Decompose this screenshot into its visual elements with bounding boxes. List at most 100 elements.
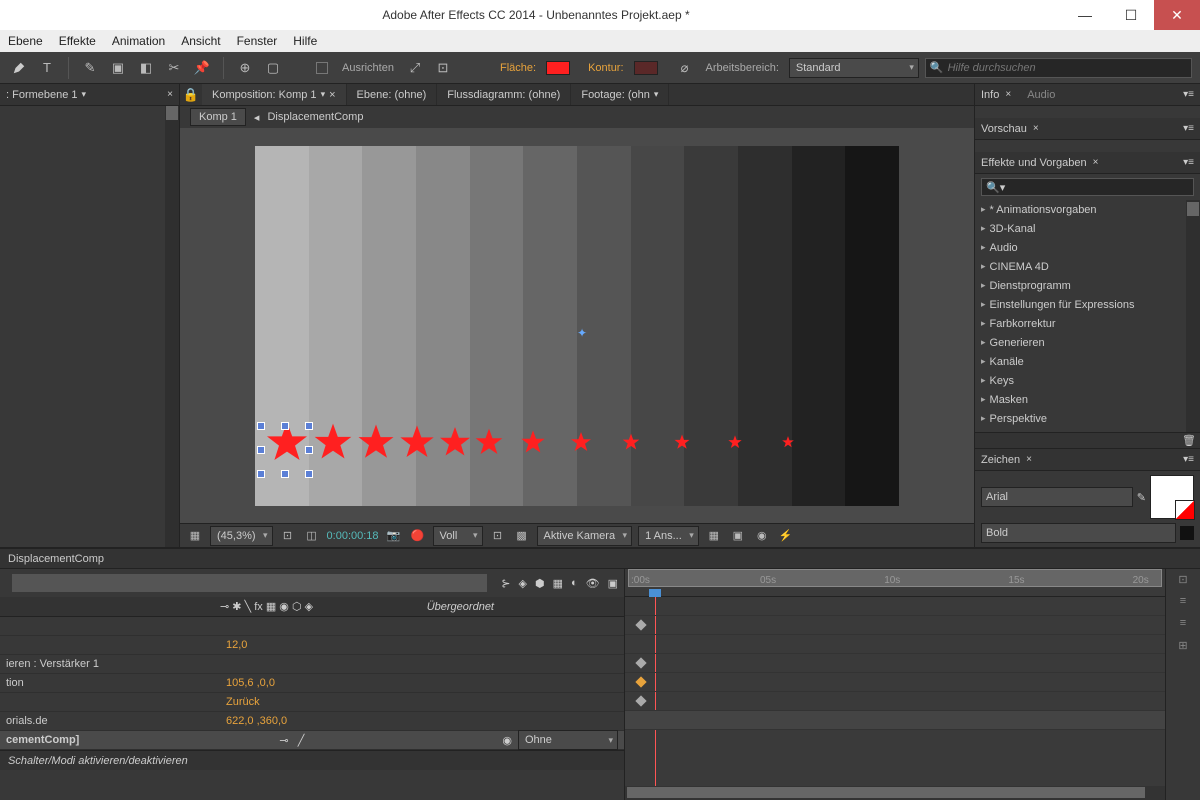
timeline-tab[interactable]: DisplacementComp: [0, 549, 1200, 569]
fill-swatch[interactable]: [546, 61, 570, 75]
effect-category[interactable]: Generieren: [975, 333, 1200, 352]
panel-menu-icon[interactable]: ▾≡: [1183, 89, 1194, 100]
align-checkbox[interactable]: [316, 62, 328, 74]
effect-category[interactable]: Farbkorrektur: [975, 314, 1200, 333]
vf-icon-2[interactable]: ▣: [729, 527, 747, 545]
menu-ebene[interactable]: Ebene: [8, 34, 43, 48]
tl-tool-icon[interactable]: ▦: [553, 577, 563, 590]
scrollbar[interactable]: [1186, 200, 1200, 432]
effect-category[interactable]: CINEMA 4D: [975, 257, 1200, 276]
timeline-row[interactable]: ieren : Verstärker 1: [0, 655, 624, 674]
timeline-row[interactable]: [0, 617, 624, 636]
tl-tool-icon[interactable]: ▣: [608, 577, 618, 590]
tab-footage[interactable]: Footage: (ohn▾: [571, 84, 669, 105]
close-button[interactable]: ✕: [1154, 0, 1200, 30]
vf-icon-4[interactable]: ⚡: [777, 527, 795, 545]
snapshot-icon[interactable]: 📷: [385, 527, 403, 545]
minimize-button[interactable]: —: [1062, 0, 1108, 30]
time-ruler[interactable]: :00s 05s 10s 15s 20s ↖: [625, 569, 1165, 597]
effect-category[interactable]: 3D-Kanal: [975, 219, 1200, 238]
crop-icon[interactable]: ⊡: [279, 527, 297, 545]
stroke-color-swatch[interactable]: [1180, 526, 1194, 540]
clone-tool-icon[interactable]: ▣: [107, 57, 129, 79]
tl-tool-icon[interactable]: ⬢: [535, 577, 545, 590]
channel-icon[interactable]: 🔴: [409, 527, 427, 545]
eraser-tool-icon[interactable]: ◧: [135, 57, 157, 79]
timeline-footer[interactable]: Schalter/Modi aktivieren/deaktivieren: [0, 750, 624, 770]
roi-icon[interactable]: ⊡: [489, 527, 507, 545]
font-family-dropdown[interactable]: Arial: [981, 487, 1133, 507]
timeline-row[interactable]: 12,0: [0, 636, 624, 655]
time-nav-slider[interactable]: [12, 574, 487, 592]
menu-ansicht[interactable]: Ansicht: [181, 34, 220, 48]
layer-panel-tab[interactable]: : Formebene 1▾×: [0, 84, 179, 106]
side-icon[interactable]: ≡: [1171, 595, 1195, 611]
mask-icon[interactable]: ◫: [303, 527, 321, 545]
lock-icon[interactable]: 🔒: [180, 84, 202, 106]
effect-category[interactable]: Einstellungen für Expressions: [975, 295, 1200, 314]
timeline-row[interactable]: orials.de622,0 ,360,0: [0, 712, 624, 731]
effect-category[interactable]: Kanäle: [975, 352, 1200, 371]
maximize-button[interactable]: ☐: [1108, 0, 1154, 30]
effect-category[interactable]: Keys: [975, 371, 1200, 390]
tab-komposition[interactable]: Komposition: Komp 1▾×: [202, 84, 347, 105]
views-dropdown[interactable]: 1 Ans...: [638, 526, 699, 546]
transparency-icon[interactable]: ▩: [513, 527, 531, 545]
effect-category[interactable]: Perspektive: [975, 409, 1200, 428]
tab-flussdiagramm[interactable]: Flussdiagramm: (ohne): [437, 84, 571, 105]
pin-tool-icon[interactable]: 📌: [191, 57, 213, 79]
tl-tool-icon[interactable]: ⊱: [501, 577, 510, 590]
stroke-swatch[interactable]: [634, 61, 658, 75]
pen-tool-icon[interactable]: [8, 57, 30, 79]
eyedropper-icon[interactable]: ✎: [1137, 491, 1146, 504]
effect-category[interactable]: Masken: [975, 390, 1200, 409]
effects-panel-header[interactable]: Effekte und Vorgaben×▾≡: [975, 152, 1200, 174]
effect-category[interactable]: Audio: [975, 238, 1200, 257]
tl-tool-icon[interactable]: ◈: [518, 577, 526, 590]
zoom-dropdown[interactable]: (45,3%): [210, 526, 273, 546]
tl-tool-icon[interactable]: ◐: [571, 577, 578, 589]
menu-fenster[interactable]: Fenster: [237, 34, 278, 48]
help-search-input[interactable]: [948, 62, 1187, 74]
anchor-icon[interactable]: ⊕: [234, 57, 256, 79]
menu-effekte[interactable]: Effekte: [59, 34, 96, 48]
help-search[interactable]: 🔍: [925, 58, 1192, 78]
brush-tool-icon[interactable]: ✎: [79, 57, 101, 79]
timeline-tracks[interactable]: [625, 597, 1165, 786]
vf-icon-1[interactable]: ▦: [705, 527, 723, 545]
effects-search[interactable]: 🔍▾: [981, 178, 1194, 196]
info-panel-header[interactable]: Info× Audio ▾≡: [975, 84, 1200, 106]
text-color-swatch[interactable]: [1150, 475, 1194, 519]
vf-icon-3[interactable]: ◉: [753, 527, 771, 545]
timeline-row[interactable]: Zurück: [0, 693, 624, 712]
snap2-icon[interactable]: ⊡: [432, 57, 454, 79]
box-icon[interactable]: ▢: [262, 57, 284, 79]
roto-tool-icon[interactable]: ✂: [163, 57, 185, 79]
preview-panel-header[interactable]: Vorschau×▾≡: [975, 118, 1200, 140]
effect-category[interactable]: * Animationsvorgaben: [975, 200, 1200, 219]
side-icon[interactable]: ⊞: [1171, 639, 1195, 655]
side-icon[interactable]: ⊡: [1171, 573, 1195, 589]
snap-icon[interactable]: ⤢: [404, 57, 426, 79]
close-icon[interactable]: ×: [167, 89, 173, 100]
grid-icon[interactable]: ▦: [186, 527, 204, 545]
tl-tool-icon[interactable]: 👁: [586, 577, 600, 590]
comp-viewer[interactable]: ✦: [180, 128, 974, 523]
link-icon[interactable]: ⌀: [674, 57, 696, 79]
trash-icon[interactable]: 🗑: [1182, 434, 1196, 447]
scrollbar[interactable]: [165, 106, 179, 547]
menu-animation[interactable]: Animation: [112, 34, 165, 48]
breadcrumb-komp1[interactable]: Komp 1: [190, 108, 246, 126]
timecode[interactable]: 0:00:00:18: [327, 530, 379, 542]
tab-ebene[interactable]: Ebene: (ohne): [347, 84, 438, 105]
workspace-dropdown[interactable]: Standard: [789, 58, 919, 78]
timeline-row[interactable]: tion105,6 ,0,0: [0, 674, 624, 693]
camera-dropdown[interactable]: Aktive Kamera: [537, 526, 633, 546]
text-tool-icon[interactable]: T: [36, 57, 58, 79]
parent-dropdown[interactable]: Ohne: [518, 730, 618, 750]
h-scrollbar[interactable]: [625, 786, 1165, 800]
timeline-row-selected[interactable]: cementComp] ⊸ ╱ ◉ Ohne: [0, 731, 624, 750]
font-weight-dropdown[interactable]: Bold: [981, 523, 1176, 543]
breadcrumb-displacement[interactable]: DisplacementComp: [267, 111, 363, 123]
resolution-dropdown[interactable]: Voll: [433, 526, 483, 546]
